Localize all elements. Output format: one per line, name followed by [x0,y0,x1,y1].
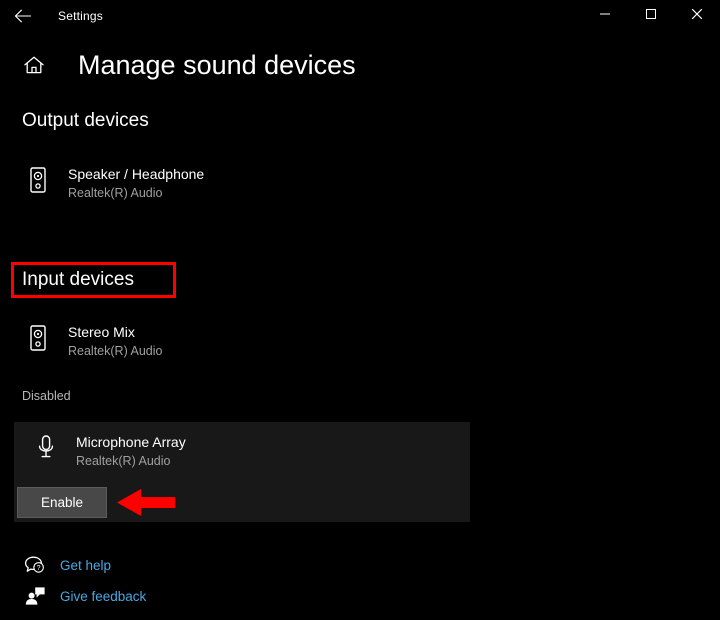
device-text: Microphone Array Realtek(R) Audio [76,432,186,470]
close-button[interactable] [674,0,720,32]
close-icon [691,7,703,25]
link-label: Give feedback [60,589,146,604]
feedback-person-icon [22,583,48,609]
speaker-icon [22,164,54,200]
link-give-feedback[interactable]: Give feedback [22,583,146,609]
title-bar: Settings [0,0,720,32]
device-name: Stereo Mix [68,322,163,342]
device-driver: Realtek(R) Audio [68,184,204,202]
minimize-button[interactable] [582,0,628,32]
app-title: Settings [58,9,103,23]
window-controls [582,0,720,32]
link-label: Get help [60,558,111,573]
svg-text:?: ? [37,565,41,572]
section-heading-input-devices: Input devices [22,269,134,291]
device-driver: Realtek(R) Audio [68,342,163,360]
device-row-microphone-array: Microphone Array Realtek(R) Audio [30,432,186,470]
maximize-button[interactable] [628,0,674,32]
minimize-icon [599,7,611,25]
page-header: Manage sound devices [0,48,720,82]
group-label-disabled: Disabled [22,389,71,403]
help-bubble-icon: ? [22,552,48,578]
device-driver: Realtek(R) Audio [76,452,186,470]
device-row-stereo-mix[interactable]: Stereo Mix Realtek(R) Audio [22,322,163,360]
device-name: Speaker / Headphone [68,164,204,184]
device-text: Stereo Mix Realtek(R) Audio [68,322,163,360]
back-button[interactable] [0,0,46,32]
device-card-microphone-array[interactable]: Microphone Array Realtek(R) Audio Enable [14,422,470,522]
speaker-icon [22,322,54,358]
link-get-help[interactable]: ? Get help [22,552,111,578]
device-name: Microphone Array [76,432,186,452]
home-icon[interactable] [18,49,50,81]
page-title: Manage sound devices [78,48,356,82]
enable-button[interactable]: Enable [17,487,107,518]
section-heading-output-devices: Output devices [22,110,149,132]
maximize-icon [645,7,657,25]
device-text: Speaker / Headphone Realtek(R) Audio [68,164,204,202]
back-arrow-icon [14,9,32,23]
microphone-icon [30,432,62,468]
device-row-speaker-headphone[interactable]: Speaker / Headphone Realtek(R) Audio [22,164,204,202]
